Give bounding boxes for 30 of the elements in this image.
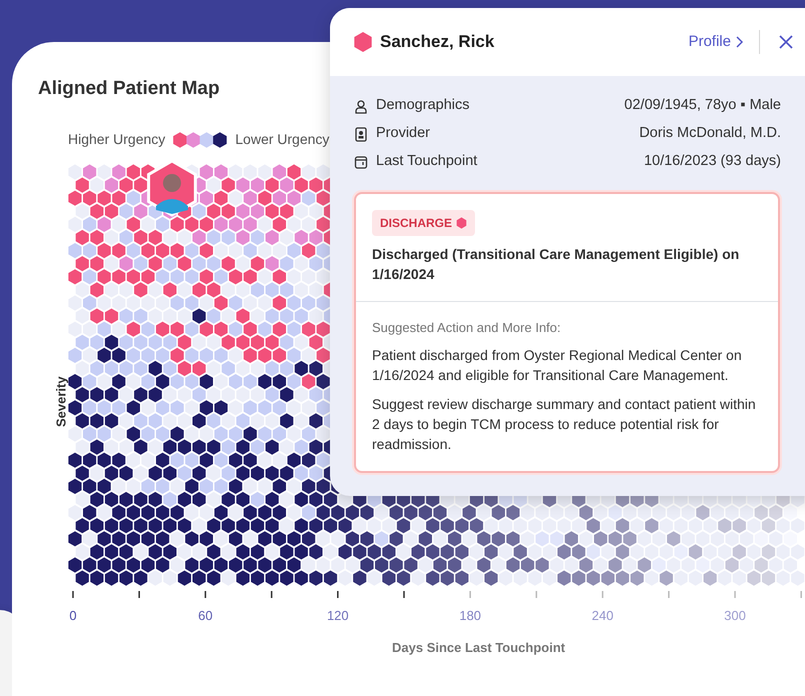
detail-label: Demographics bbox=[376, 96, 470, 116]
detail-value: Doris McDonald, M.D. bbox=[639, 124, 781, 144]
detail-value: 10/16/2023 (93 days) bbox=[644, 152, 781, 172]
alert-paragraph: Suggest review discharge summary and contact patient within 2 days to begin TCM process to reduce potential risk for readmission. bbox=[372, 394, 757, 454]
person-icon bbox=[354, 98, 368, 114]
x-tick-label: 0 bbox=[69, 607, 77, 625]
alert-subheading: Suggested Action and More Info: bbox=[372, 318, 562, 337]
detail-label: Provider bbox=[376, 124, 430, 144]
legend-label: Lower Urgency bbox=[235, 130, 330, 149]
map-title: Aligned Patient Map bbox=[38, 78, 220, 101]
chevron-right-icon bbox=[735, 36, 743, 48]
x-tick-label: 120 bbox=[326, 607, 349, 625]
discharge-tag: DISCHARGE bbox=[372, 210, 476, 236]
profile-link[interactable]: Profile bbox=[688, 30, 743, 54]
alert-paragraph: Patient discharged from Oyster Regional Medical Center on 1/16/2024 and eligible for Transitional Care Management. bbox=[372, 346, 743, 386]
hexagon-icon bbox=[456, 217, 468, 229]
x-tick-label: 240 bbox=[592, 607, 614, 625]
x-tick-label: 60 bbox=[198, 607, 213, 625]
legend-label: Higher Urgency bbox=[68, 130, 166, 149]
x-axis-label: Days Since Last Touchpoint bbox=[392, 639, 566, 657]
patient-name: Sanchez, Rick bbox=[380, 31, 494, 54]
id-badge-icon bbox=[354, 126, 368, 142]
alert-title: Discharged (Transitional Care Management Eligible) on 1/16/2024 bbox=[372, 245, 740, 284]
x-tick-label: 300 bbox=[724, 607, 746, 625]
urgency-scale-icon bbox=[173, 132, 228, 148]
detail-label: Last Touchpoint bbox=[376, 152, 478, 172]
calendar-icon bbox=[354, 154, 368, 170]
y-axis-label: Severity bbox=[52, 376, 70, 428]
x-tick-label: 180 bbox=[459, 607, 482, 625]
detail-value: 02/09/1945, 78yo ▪ Male bbox=[624, 96, 781, 116]
